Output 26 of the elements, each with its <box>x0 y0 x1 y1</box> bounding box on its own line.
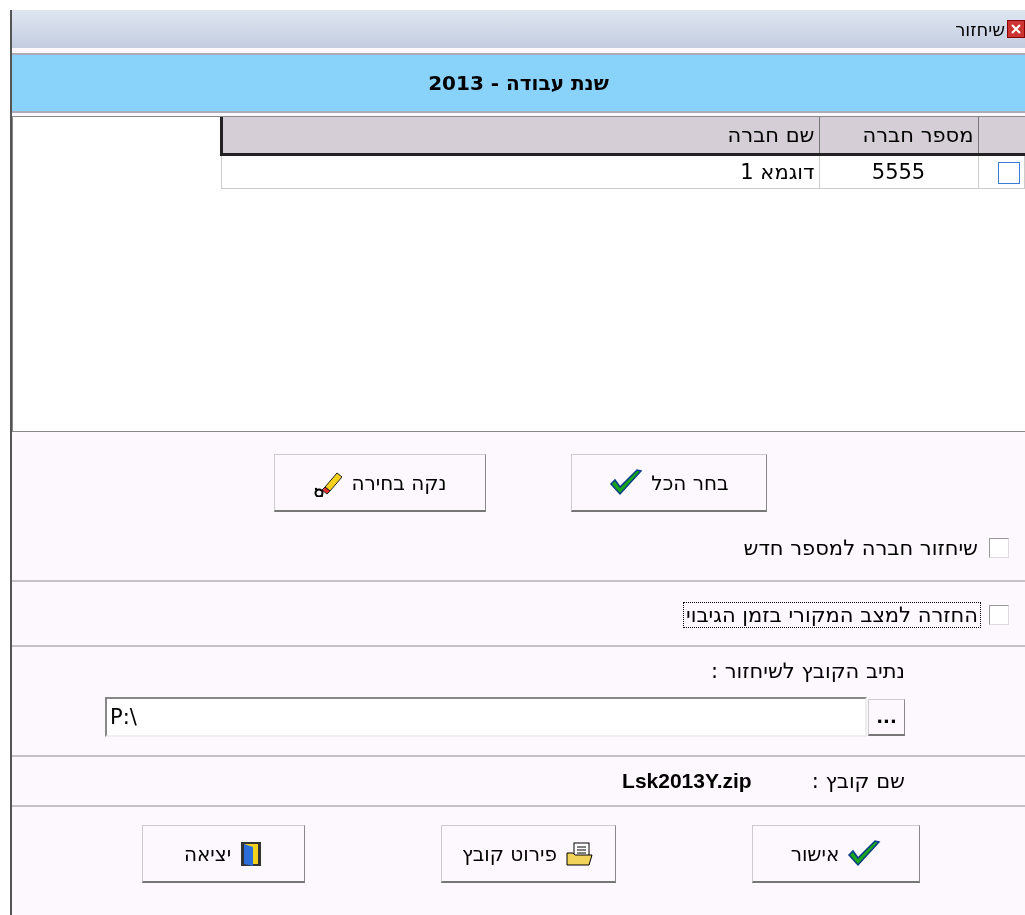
browse-button[interactable]: ... <box>868 698 905 736</box>
check-icon <box>847 838 882 869</box>
checkbox-label[interactable]: החזרה למצב המקורי בזמן הגיבוי <box>683 602 981 628</box>
path-field[interactable]: P:\ <box>105 697 867 737</box>
table-cell: דוגמא 1 <box>221 154 819 189</box>
door-icon <box>239 839 264 868</box>
confirm-button[interactable]: אישור <box>752 825 920 883</box>
file-details-button[interactable]: פירוט קובץ <box>441 825 616 883</box>
column-header[interactable]: שם חברה <box>221 117 819 155</box>
row-checkbox[interactable] <box>998 162 1020 184</box>
checkbox-label[interactable]: שיחזור חברה למספר חדש <box>740 535 981 561</box>
checkbox[interactable] <box>989 605 1009 625</box>
folder-document-icon <box>565 840 595 867</box>
close-icon[interactable] <box>1007 20 1025 38</box>
table-cell: 5555 <box>819 154 978 189</box>
path-label: נתיב הקובץ לשיחזור : <box>709 659 906 683</box>
window-title: שיחזור <box>955 18 1005 40</box>
column-header[interactable]: מספר חברה <box>819 117 978 155</box>
header-bar: שנת עבודה - 2013 <box>12 53 1025 113</box>
file-name-label: שם קובץ : <box>811 769 905 793</box>
exit-button[interactable]: יציאה <box>142 825 305 883</box>
check-icon <box>609 467 644 498</box>
clear-selection-button[interactable]: נקה בחירה <box>274 454 486 512</box>
file-name-value: Lsk2013Y.zip <box>622 769 752 793</box>
select-all-button[interactable]: בחר הכל <box>571 454 767 512</box>
checkbox[interactable] <box>989 538 1009 558</box>
